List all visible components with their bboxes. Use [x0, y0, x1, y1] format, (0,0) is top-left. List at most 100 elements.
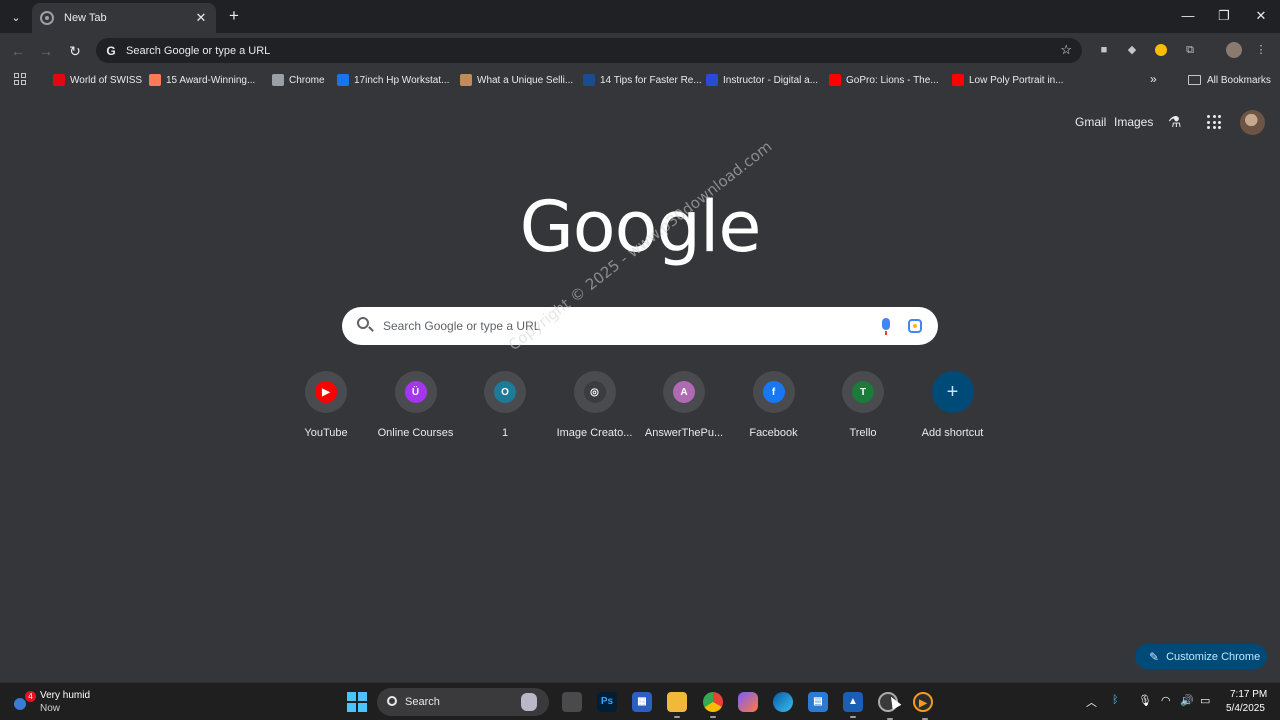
omnibox[interactable]: G Search Google or type a URL ☆	[96, 38, 1082, 63]
add-shortcut-circle: +	[931, 371, 974, 413]
shortcut-favicon: f	[762, 381, 785, 403]
bookmark-label: 17inch Hp Workstat...	[354, 74, 450, 86]
images-link[interactable]: Images	[1114, 115, 1153, 129]
chrome-taskbar-icon[interactable]	[703, 692, 723, 718]
extension-icon[interactable]: ◆	[1124, 42, 1140, 58]
shortcut-favicon: ◎	[583, 381, 606, 403]
minimize-button[interactable]: —	[1176, 6, 1200, 26]
bookmark-item[interactable]: 15 Award-Winning...	[149, 71, 255, 89]
extension-coin-icon[interactable]	[1155, 44, 1167, 56]
account-avatar[interactable]	[1240, 110, 1265, 135]
battery-icon[interactable]: ▭	[1200, 694, 1210, 707]
notification-badge: 4	[25, 691, 36, 702]
microphone-icon[interactable]	[882, 318, 890, 335]
task-view-icon[interactable]	[562, 692, 582, 712]
customize-chrome-button[interactable]: ✎ Customize Chrome	[1135, 644, 1267, 669]
microphone-tray-icon[interactable]: 🎙	[1138, 694, 1152, 707]
clock-date[interactable]: 5/4/2025	[1226, 703, 1265, 714]
bookmark-star-icon[interactable]: ☆	[1060, 42, 1072, 58]
tray-overflow-icon[interactable]: ︿	[1086, 694, 1097, 710]
labs-flask-icon[interactable]: ⚗	[1168, 113, 1181, 131]
shortcut-tile[interactable]: A AnswerThePu...	[639, 370, 729, 444]
volume-icon[interactable]: 🔊	[1180, 694, 1194, 707]
bookmark-item[interactable]: 17inch Hp Workstat...	[337, 71, 449, 89]
bookmark-item[interactable]: Low Poly Portrait in...	[952, 71, 1063, 89]
bookmark-label: Instructor - Digital a...	[723, 74, 819, 86]
shortcut-label: Online Courses	[377, 427, 454, 439]
bluetooth-icon[interactable]: ᛒ	[1112, 694, 1119, 706]
gmail-link[interactable]: Gmail	[1075, 115, 1106, 129]
shortcut-tile[interactable]: ◎ Image Creato...	[550, 370, 640, 444]
shortcut-icon-circle: f	[752, 371, 795, 413]
bookmark-item[interactable]: Chrome	[272, 71, 325, 89]
bookmark-label: Low Poly Portrait in...	[969, 74, 1064, 86]
reload-button[interactable]: ↻	[65, 41, 85, 61]
clock-time[interactable]: 7:17 PM	[1230, 689, 1267, 700]
shortcut-tile[interactable]: ▶ YouTube	[281, 370, 371, 444]
bookmark-favicon	[952, 74, 964, 86]
tab-strip: ⌄ New Tab ✕ + — ❐ ✕	[0, 0, 1280, 33]
shortcut-tile[interactable]: Ü Online Courses	[371, 370, 461, 444]
copilot-icon[interactable]	[738, 692, 758, 712]
tab-new-tab[interactable]: New Tab ✕	[32, 3, 216, 33]
tab-search-button[interactable]: ⌄	[6, 7, 26, 27]
shortcut-tile[interactable]: T Trello	[818, 370, 908, 444]
photoshop-icon[interactable]: Ps	[597, 692, 617, 712]
bookmark-favicon	[706, 74, 718, 86]
edge-icon[interactable]	[773, 692, 793, 712]
wifi-icon[interactable]: ◠	[1161, 694, 1171, 707]
back-button[interactable]: ←	[8, 41, 28, 61]
shortcut-icon-circle: ▶	[305, 371, 347, 413]
omnibox-text: Search Google or type a URL	[126, 44, 271, 57]
restore-button[interactable]: ❐	[1212, 6, 1236, 26]
bookmark-item[interactable]: GoPro: Lions - The...	[829, 71, 939, 89]
photos-icon[interactable]: ▲	[843, 692, 863, 718]
add-shortcut-button[interactable]: + Add shortcut	[908, 370, 998, 444]
search-box[interactable]: Search Google or type a URL	[342, 307, 938, 345]
bookmark-item[interactable]: World of SWISS	[53, 71, 142, 89]
close-window-button[interactable]: ✕	[1249, 6, 1273, 26]
bookmark-favicon	[829, 74, 841, 86]
new-tab-button[interactable]: +	[224, 6, 244, 26]
toolbar: ← → ↻ G Search Google or type a URL ☆ ■ …	[0, 33, 1280, 68]
profile-avatar[interactable]	[1226, 42, 1242, 58]
taskbar-search[interactable]: Search	[377, 688, 549, 716]
media-player-icon[interactable]: ▶	[913, 692, 933, 720]
extensions-puzzle-icon[interactable]: ⧉	[1182, 42, 1198, 58]
start-button[interactable]	[347, 692, 367, 712]
bookmark-item[interactable]: 14 Tips for Faster Re...	[583, 71, 702, 89]
shortcut-favicon: ▶	[315, 381, 337, 403]
shortcut-label: YouTube	[304, 427, 348, 439]
bookmark-favicon	[149, 74, 161, 86]
menu-icon[interactable]: ⋮	[1253, 42, 1269, 58]
weather-title[interactable]: Very humid	[40, 690, 90, 701]
shortcut-tile[interactable]: O1	[460, 370, 550, 444]
bookmark-label: 14 Tips for Faster Re...	[600, 74, 702, 86]
bookmark-favicon	[337, 74, 349, 86]
folder-icon	[1188, 75, 1201, 85]
weather-icon[interactable]: 4	[14, 691, 36, 712]
bookmark-item[interactable]: Instructor - Digital a...	[706, 71, 818, 89]
calculator-icon[interactable]: ▤	[808, 692, 828, 712]
file-explorer-icon[interactable]	[667, 692, 687, 718]
bookmarks-bar: World of SWISS 15 Award-Winning... Chrom…	[0, 68, 1280, 92]
apps-grid-icon[interactable]	[14, 73, 26, 85]
bookmarks-overflow-icon[interactable]: »	[1150, 72, 1157, 86]
taskbar-search-label: Search	[405, 696, 440, 708]
shortcut-favicon: O	[494, 381, 516, 403]
google-lens-icon[interactable]	[908, 319, 922, 333]
bookmark-favicon	[53, 74, 65, 86]
shortcut-tile[interactable]: f Facebook	[729, 370, 819, 444]
bookmark-item[interactable]: What a Unique Selli...	[460, 71, 573, 89]
search-icon	[357, 317, 369, 329]
shortcut-icon-circle: O	[484, 371, 526, 413]
shortcut-label: Trello	[849, 427, 877, 439]
all-bookmarks-button[interactable]: All Bookmarks	[1188, 71, 1271, 89]
extension-icon[interactable]: ■	[1096, 42, 1112, 58]
forward-button[interactable]: →	[36, 41, 56, 61]
bookmark-favicon	[272, 74, 284, 86]
store-icon[interactable]: ▦	[632, 692, 652, 712]
tab-close-icon[interactable]: ✕	[194, 10, 208, 26]
shortcut-icon-circle: ◎	[573, 371, 616, 413]
google-apps-icon[interactable]	[1207, 115, 1221, 129]
